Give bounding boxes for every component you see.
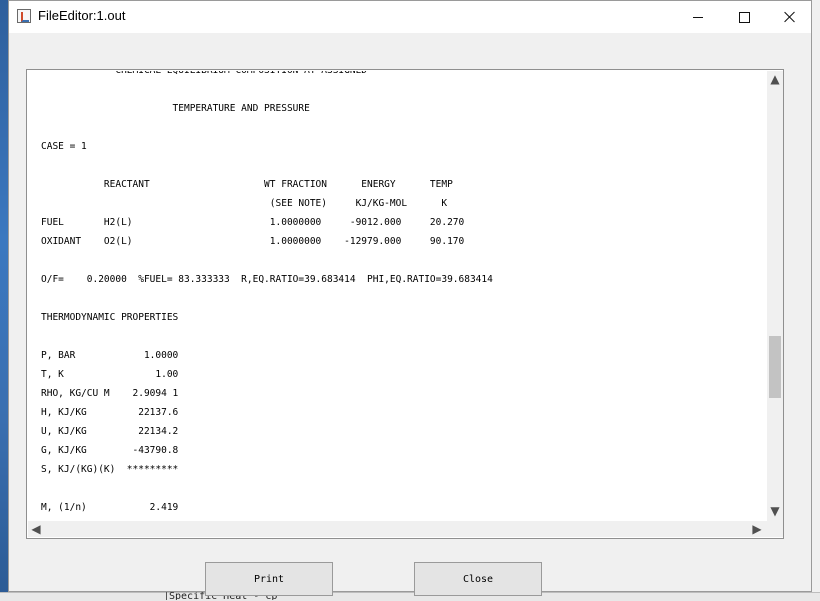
- minimize-button[interactable]: [675, 1, 721, 33]
- java-app-icon: [17, 9, 31, 23]
- output-line: OXIDANT O2(L) 1.0000000 -12979.000 90.17…: [41, 236, 465, 247]
- output-line: P, BAR 1.0000: [41, 350, 179, 361]
- maximize-icon: [738, 11, 750, 23]
- title-bar[interactable]: FileEditor:1.out: [9, 1, 811, 33]
- output-line: T, K 1.00: [41, 369, 179, 380]
- output-line: TEMPERATURE AND PRESSURE: [41, 103, 310, 114]
- window-title: FileEditor:1.out: [38, 8, 126, 23]
- horizontal-scrollbar[interactable]: ◀ ▶: [28, 521, 767, 537]
- output-text: CHEMICAL EQUILIBRIUM COMPOSITION AT ASSI…: [41, 71, 493, 521]
- output-line: H, KJ/KG 22137.6: [41, 407, 179, 418]
- scroll-down-arrow-icon[interactable]: ▼: [767, 505, 783, 517]
- output-line: THERMODYNAMIC PROPERTIES: [41, 312, 179, 323]
- minimize-icon: [693, 16, 703, 18]
- output-line: REACTANT WT FRACTION ENERGY TEMP: [41, 179, 453, 190]
- scroll-right-arrow-icon[interactable]: ▶: [751, 523, 763, 535]
- output-line: O/F= 0.20000 %FUEL= 83.333333 R,EQ.RATIO…: [41, 274, 493, 285]
- close-window-button[interactable]: [767, 1, 813, 33]
- output-line: (SEE NOTE) KJ/KG-MOL K: [41, 198, 448, 209]
- vertical-scrollbar[interactable]: ▲ ▼: [767, 71, 783, 521]
- output-line: RHO, KG/CU M 2.9094 1: [41, 388, 179, 399]
- output-text-area[interactable]: CHEMICAL EQUILIBRIUM COMPOSITION AT ASSI…: [28, 71, 766, 521]
- desktop-background-right: [812, 0, 820, 600]
- output-line: CASE = 1: [41, 141, 87, 152]
- print-button[interactable]: Print: [205, 562, 333, 596]
- vertical-scroll-thumb[interactable]: [769, 336, 781, 398]
- desktop-background: [0, 0, 8, 600]
- close-button[interactable]: Close: [414, 562, 542, 596]
- output-line: M, (1/n) 2.419: [41, 502, 179, 513]
- scrollbar-corner: [767, 521, 783, 537]
- scroll-up-arrow-icon[interactable]: ▲: [767, 73, 783, 85]
- output-line: S, KJ/(KG)(K) *********: [41, 464, 179, 475]
- output-line: CHEMICAL EQUILIBRIUM COMPOSITION AT ASSI…: [41, 71, 367, 76]
- file-editor-window: FileEditor:1.out CHEMICAL EQUILIBRIUM CO…: [8, 0, 812, 596]
- output-line: U, KJ/KG 22134.2: [41, 426, 179, 437]
- output-scroll-pane: CHEMICAL EQUILIBRIUM COMPOSITION AT ASSI…: [26, 69, 784, 539]
- scroll-left-arrow-icon[interactable]: ◀: [30, 523, 42, 535]
- maximize-button[interactable]: [721, 1, 767, 33]
- close-icon: [784, 11, 796, 23]
- output-line: G, KJ/KG -43790.8: [41, 445, 179, 456]
- output-line: FUEL H2(L) 1.0000000 -9012.000 20.270: [41, 217, 465, 228]
